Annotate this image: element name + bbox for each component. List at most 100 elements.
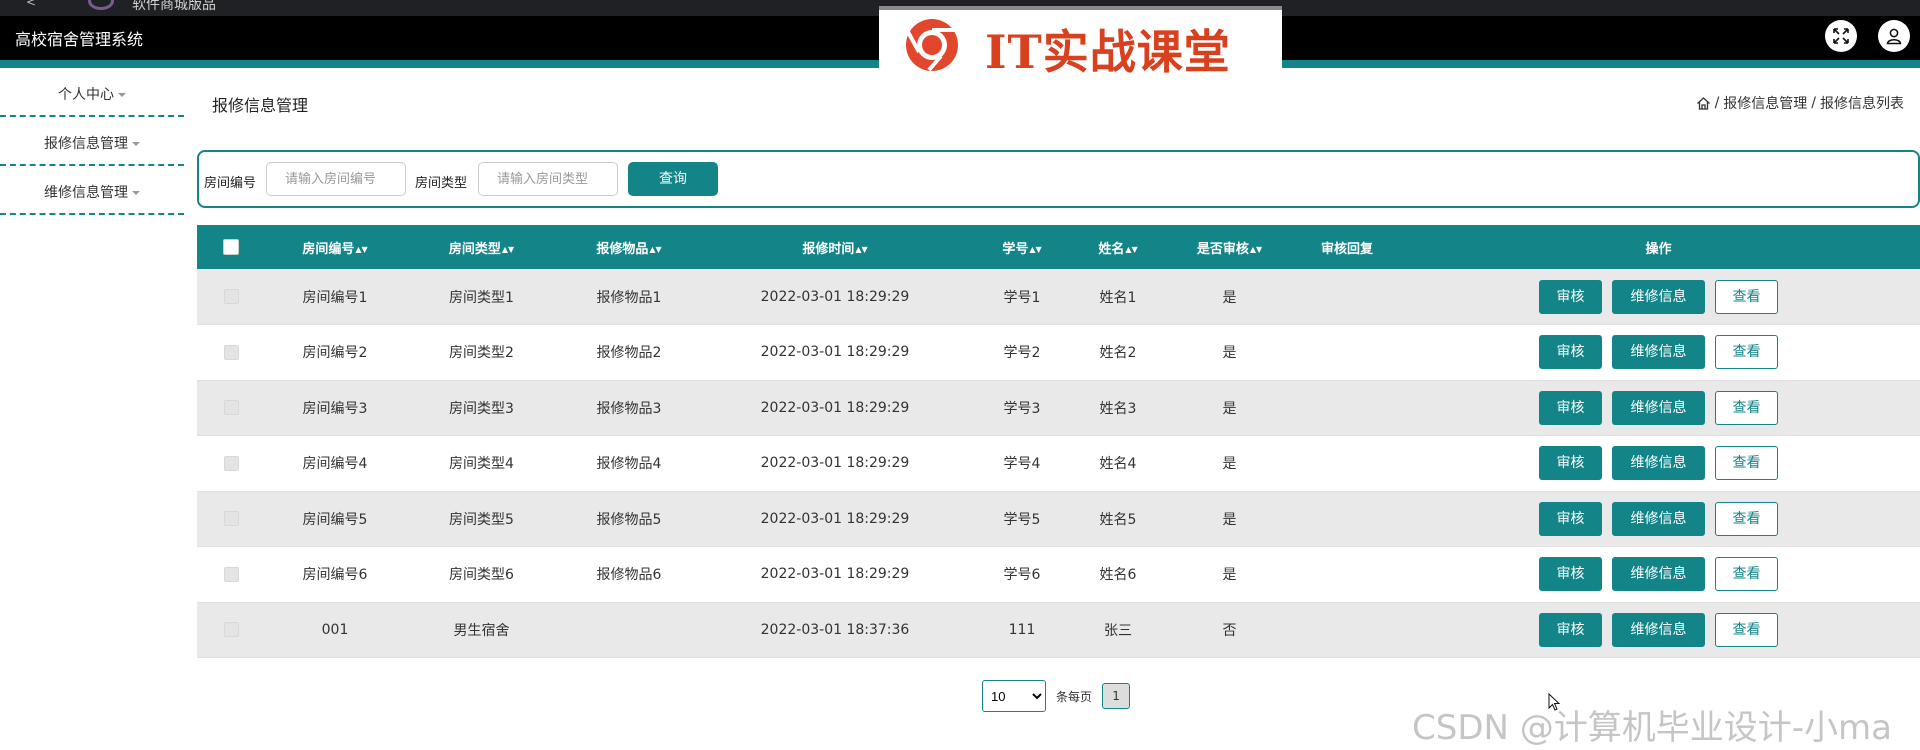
cell-name: 姓名6 [1074, 546, 1162, 603]
row-checkbox[interactable] [223, 455, 239, 471]
audit-button[interactable]: 审核 [1539, 446, 1602, 481]
table-row[interactable]: 房间编号4 房间类型4 报修物品4 2022-03-01 18:29:29 学号4 姓名4… [197, 435, 1920, 492]
column-header-room-no[interactable]: 房间编号▲▼ [265, 225, 405, 269]
sort-icon[interactable]: ▲▼ [649, 245, 661, 254]
repair-info-button[interactable]: 维修信息 [1612, 612, 1705, 647]
view-button[interactable]: 查看 [1715, 501, 1778, 536]
cell-reply [1297, 269, 1397, 325]
cell-reply [1297, 602, 1397, 658]
table-row[interactable]: 房间编号1 房间类型1 报修物品1 2022-03-01 18:29:29 学号1 姓名1… [197, 269, 1920, 325]
sort-icon[interactable]: ▲▼ [355, 245, 367, 254]
repair-info-button[interactable]: 维修信息 [1612, 279, 1705, 314]
cell-name: 张三 [1074, 602, 1162, 658]
cell-reply [1297, 324, 1397, 381]
sort-icon[interactable]: ▲▼ [855, 245, 867, 254]
cell-actions: 审核 维修信息 查看 [1397, 546, 1920, 603]
column-header-label: 是否审核 [1196, 241, 1249, 257]
view-button[interactable]: 查看 [1715, 279, 1778, 314]
repair-info-button[interactable]: 维修信息 [1612, 390, 1705, 425]
column-header-actions: 操作 [1397, 225, 1920, 269]
search-button[interactable]: 查询 [628, 162, 718, 196]
cell-student-no: 学号5 [970, 491, 1074, 547]
browser-tab-title[interactable]: 软件商城版品 [132, 0, 216, 14]
home-icon[interactable] [1696, 96, 1711, 111]
audit-button[interactable]: 审核 [1539, 501, 1602, 536]
column-header-name[interactable]: 姓名▲▼ [1074, 225, 1162, 269]
audit-button[interactable]: 审核 [1539, 557, 1602, 592]
room-no-input[interactable] [266, 162, 406, 196]
row-checkbox[interactable] [223, 622, 239, 638]
row-checkbox[interactable] [223, 344, 239, 360]
per-page-label: 条每页 [1056, 689, 1093, 704]
page-number-button[interactable]: 1 [1102, 683, 1131, 709]
select-all-checkbox[interactable] [223, 239, 239, 255]
caret-down-icon [132, 142, 140, 146]
breadcrumb-item[interactable]: 报修信息管理 [1723, 93, 1807, 113]
cell-room-type: 房间类型6 [405, 546, 558, 603]
row-checkbox[interactable] [223, 289, 239, 304]
column-header-label: 姓名 [1098, 241, 1125, 257]
audit-button[interactable]: 审核 [1539, 335, 1602, 370]
row-checkbox[interactable] [223, 511, 239, 527]
cell-room-no: 房间编号3 [265, 380, 405, 436]
cell-room-type: 房间类型2 [405, 324, 558, 381]
repair-info-button[interactable]: 维修信息 [1612, 501, 1705, 536]
repair-info-button[interactable]: 维修信息 [1612, 446, 1705, 481]
table-row[interactable]: 房间编号5 房间类型5 报修物品5 2022-03-01 18:29:29 学号5 姓名5… [197, 491, 1920, 547]
row-checkbox[interactable] [223, 566, 239, 582]
user-icon [1886, 28, 1902, 45]
sort-icon[interactable]: ▲▼ [1029, 245, 1041, 254]
audit-button[interactable]: 审核 [1539, 390, 1602, 425]
table-row[interactable]: 房间编号2 房间类型2 报修物品2 2022-03-01 18:29:29 学号2 姓名2… [197, 324, 1920, 381]
cell-time: 2022-03-01 18:29:29 [700, 269, 970, 325]
view-button[interactable]: 查看 [1715, 390, 1778, 425]
user-menu-button[interactable] [1878, 20, 1910, 52]
view-button[interactable]: 查看 [1715, 446, 1778, 481]
back-icon[interactable]: < [26, 0, 36, 9]
row-checkbox[interactable] [223, 400, 239, 416]
room-type-label: 房间类型 [415, 176, 468, 191]
page-size-select[interactable]: 10 [982, 680, 1046, 712]
cell-student-no: 111 [970, 602, 1074, 658]
sort-icon[interactable]: ▲▼ [1250, 245, 1262, 254]
repair-info-button[interactable]: 维修信息 [1612, 335, 1705, 370]
sidebar-item-label: 个人中心 [58, 87, 114, 103]
cell-time: 2022-03-01 18:29:29 [700, 324, 970, 381]
cell-name: 姓名4 [1074, 435, 1162, 492]
column-header-student-no[interactable]: 学号▲▼ [970, 225, 1074, 269]
sort-icon[interactable]: ▲▼ [502, 245, 514, 254]
column-header-label: 审核回复 [1320, 241, 1373, 257]
sort-icon[interactable]: ▲▼ [1125, 245, 1137, 254]
table-row[interactable]: 房间编号6 房间类型6 报修物品6 2022-03-01 18:29:29 学号6 姓名6… [197, 546, 1920, 603]
logo-banner: IT实战课堂 [879, 6, 1282, 79]
column-header-room-type[interactable]: 房间类型▲▼ [405, 225, 558, 269]
view-button[interactable]: 查看 [1715, 557, 1778, 592]
table-row[interactable]: 001 男生宿舍 2022-03-01 18:37:36 111 张三否 审核 维修信息 查看 [197, 602, 1920, 658]
repair-info-button[interactable]: 维修信息 [1612, 557, 1705, 592]
column-header-item[interactable]: 报修物品▲▼ [558, 225, 700, 269]
fullscreen-button[interactable] [1825, 20, 1857, 52]
breadcrumb: / 报修信息管理 / 报修信息列表 [1696, 93, 1904, 113]
cell-audited: 是 [1162, 491, 1297, 547]
cell-audited: 是 [1162, 435, 1297, 492]
sidebar-item-maintenance[interactable]: 维修信息管理 [0, 166, 184, 215]
cell-time: 2022-03-01 18:29:29 [700, 546, 970, 603]
room-type-input[interactable] [478, 162, 618, 196]
cell-time: 2022-03-01 18:29:29 [700, 380, 970, 436]
view-button[interactable]: 查看 [1715, 612, 1778, 647]
column-header-audited[interactable]: 是否审核▲▼ [1162, 225, 1297, 269]
view-button[interactable]: 查看 [1715, 335, 1778, 370]
cell-time: 2022-03-01 18:37:36 [700, 602, 970, 658]
row-select-cell [197, 491, 265, 547]
cell-item: 报修物品6 [558, 546, 700, 603]
table-row[interactable]: 房间编号3 房间类型3 报修物品3 2022-03-01 18:29:29 学号3 姓名3… [197, 380, 1920, 436]
audit-button[interactable]: 审核 [1539, 612, 1602, 647]
select-all-header [197, 225, 265, 269]
sidebar-item-repair-report[interactable]: 报修信息管理 [0, 117, 184, 166]
column-header-label: 学号 [1002, 241, 1029, 257]
column-header-time[interactable]: 报修时间▲▼ [700, 225, 970, 269]
audit-button[interactable]: 审核 [1539, 279, 1602, 314]
pagination: 10 条每页 1 [982, 680, 1131, 712]
cell-actions: 审核 维修信息 查看 [1397, 491, 1920, 547]
sidebar-item-personal-center[interactable]: 个人中心 [0, 68, 184, 117]
